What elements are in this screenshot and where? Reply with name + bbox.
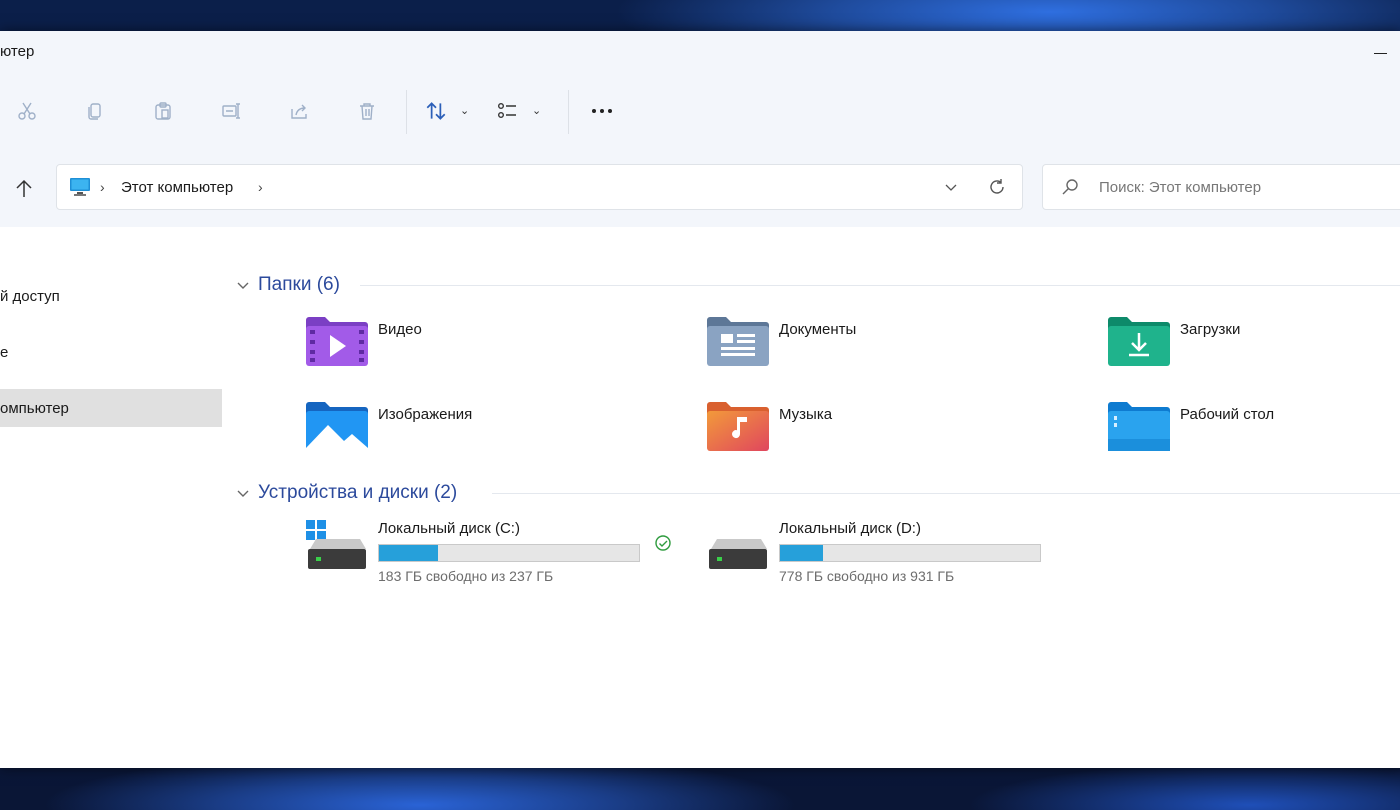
drive-usage-fill	[379, 545, 439, 561]
sidebar-item-label: е	[0, 344, 9, 361]
sidebar-item-onedrive[interactable]: е	[0, 333, 222, 371]
computer-icon	[69, 177, 91, 197]
chevron-down-icon: ⌄	[532, 105, 542, 117]
toolbar-separator	[406, 90, 407, 134]
minimize-button[interactable]	[1372, 41, 1396, 65]
group-divider	[360, 285, 1400, 286]
toolbar-separator	[568, 90, 569, 134]
drive-usage-fill	[780, 545, 823, 561]
view-icon[interactable]: ⌄	[494, 96, 546, 126]
folder-item[interactable]: Видео	[306, 316, 686, 376]
folder-item[interactable]: Музыка	[707, 401, 1087, 461]
drive-free-space: 778 ГБ свободно из 931 ГБ	[779, 568, 955, 584]
folder-name: Загрузки	[1180, 321, 1241, 338]
file-explorer-window: ютер ⌄ ⌄ › Этот компьютер › Поиск: Этот …	[0, 31, 1400, 768]
system-drive-icon	[306, 520, 366, 569]
sidebar-item-quick-access[interactable]: й доступ	[0, 277, 222, 315]
rename-icon[interactable]	[216, 96, 246, 126]
copy-icon[interactable]	[80, 96, 110, 126]
chevron-down-icon	[237, 490, 249, 497]
drive-item[interactable]: Локальный диск (C:) 183 ГБ свободно из 2…	[306, 519, 686, 589]
command-bar: ⌄ ⌄	[0, 76, 1400, 150]
breadcrumb-separator: ›	[100, 179, 105, 195]
group-title: Устройства и диски (2)	[258, 482, 458, 503]
folder-name: Видео	[378, 321, 422, 338]
folder-name: Музыка	[779, 406, 833, 423]
pictures-folder-icon	[306, 402, 368, 451]
search-icon	[1061, 178, 1079, 196]
sidebar-item-this-pc[interactable]: омпьютер	[0, 389, 222, 427]
drive-usage-bar	[378, 544, 640, 562]
folder-item[interactable]: Изображения	[306, 401, 686, 461]
paste-icon[interactable]	[148, 96, 178, 126]
folder-name: Рабочий стол	[1180, 406, 1275, 423]
window-title: ютер	[0, 43, 35, 60]
drive-name: Локальный диск (D:)	[779, 520, 921, 537]
folder-item[interactable]: Загрузки	[1108, 316, 1400, 376]
group-divider	[492, 493, 1400, 494]
up-arrow-icon[interactable]	[10, 175, 38, 203]
drive-free-space: 183 ГБ свободно из 237 ГБ	[378, 568, 554, 584]
drive-usage-bar	[779, 544, 1041, 562]
search-box[interactable]: Поиск: Этот компьютер	[1042, 164, 1400, 210]
drive-name: Локальный диск (C:)	[378, 520, 520, 537]
share-icon[interactable]	[284, 96, 314, 126]
more-icon[interactable]	[587, 96, 617, 126]
downloads-folder-icon	[1108, 317, 1170, 366]
navigation-pane: й доступ е омпьютер	[0, 227, 226, 768]
search-placeholder: Поиск: Этот компьютер	[1099, 179, 1262, 196]
breadcrumb-separator[interactable]: ›	[258, 179, 263, 195]
group-header-drives[interactable]: Устройства и диски (2)	[236, 479, 1400, 507]
drive-item[interactable]: Локальный диск (D:) 778 ГБ свободно из 9…	[707, 519, 1087, 589]
content-pane: Папки (6) Видео Документы Загрузки Изобр…	[226, 227, 1400, 768]
music-folder-icon	[707, 402, 769, 451]
breadcrumb-this-pc[interactable]: Этот компьютер	[121, 179, 233, 196]
sidebar-item-label: омпьютер	[0, 400, 69, 417]
folder-name: Изображения	[378, 406, 473, 423]
folder-item[interactable]: Документы	[707, 316, 1087, 376]
drive-icon	[709, 539, 767, 569]
sort-icon[interactable]: ⌄	[424, 96, 474, 126]
documents-folder-icon	[707, 317, 769, 366]
folder-name: Документы	[779, 321, 857, 338]
video-folder-icon	[306, 317, 368, 366]
title-bar: ютер	[0, 31, 1400, 76]
group-header-folders[interactable]: Папки (6)	[236, 271, 1400, 299]
navigation-bar: › Этот компьютер › Поиск: Этот компьютер	[0, 149, 1400, 227]
delete-icon[interactable]	[352, 96, 382, 126]
desktop-folder-icon	[1108, 402, 1170, 451]
folder-item[interactable]: Рабочий стол	[1108, 401, 1400, 461]
sidebar-item-label: й доступ	[0, 288, 60, 305]
chevron-down-icon[interactable]	[943, 179, 959, 195]
chevron-down-icon: ⌄	[460, 105, 470, 117]
group-title: Папки (6)	[258, 274, 340, 295]
cut-icon[interactable]	[12, 96, 42, 126]
address-bar[interactable]: › Этот компьютер ›	[56, 164, 1023, 210]
refresh-icon[interactable]	[987, 177, 1007, 197]
chevron-down-icon	[237, 282, 249, 289]
